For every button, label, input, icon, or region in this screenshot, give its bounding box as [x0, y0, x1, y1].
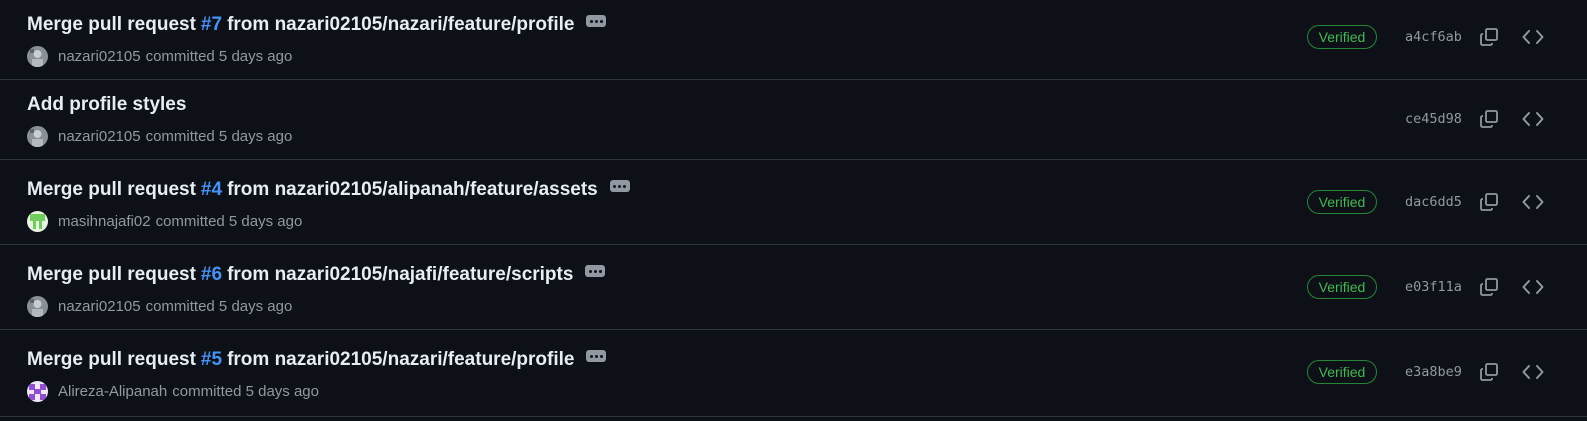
commit-message-link[interactable]: Add profile styles: [27, 94, 186, 116]
commit-sha-link[interactable]: dac6dd5: [1405, 194, 1462, 210]
pull-request-link[interactable]: #4: [201, 179, 222, 201]
commit-time: committed 5 days ago: [172, 383, 319, 400]
commit-sha-link[interactable]: a4cf6ab: [1405, 29, 1462, 45]
commit-time: committed 5 days ago: [145, 48, 293, 65]
avatar[interactable]: [27, 381, 48, 402]
avatar[interactable]: [27, 296, 48, 317]
commit-row: Merge pull request #7 from nazari02105/n…: [0, 0, 1587, 80]
commit-meta: Alireza-Alipanah committed 5 days ago: [27, 381, 319, 402]
commit-title: Add profile styles: [27, 94, 186, 116]
commit-row: Merge pull request #6 from nazari02105/n…: [0, 245, 1587, 330]
copy-icon[interactable]: [1477, 25, 1501, 49]
commit-meta: nazari02105 committed 5 days ago: [27, 126, 292, 147]
commit-row: Merge pull request #5 from nazari02105/n…: [0, 330, 1587, 417]
code-brackets-icon[interactable]: [1521, 107, 1545, 131]
avatar[interactable]: [27, 46, 48, 67]
commit-message-link[interactable]: from nazari02105/najafi/feature/scripts: [227, 264, 573, 286]
ellipsis-icon[interactable]: [609, 180, 630, 192]
commit-sha-link[interactable]: e03f11a: [1405, 279, 1462, 295]
commit-row: Add profile styles nazari02105 committed…: [0, 80, 1587, 160]
author-link[interactable]: Alireza-Alipanah: [58, 383, 167, 400]
commit-meta: nazari02105 committed 5 days ago: [27, 296, 292, 317]
commit-message-link[interactable]: Merge pull request: [27, 179, 196, 201]
author-link[interactable]: nazari02105: [58, 48, 141, 65]
pull-request-link[interactable]: #5: [201, 349, 222, 371]
commit-message-link[interactable]: Merge pull request: [27, 14, 196, 36]
commit-message-link[interactable]: from nazari02105/nazari/feature/profile: [227, 14, 574, 36]
code-brackets-icon[interactable]: [1521, 360, 1545, 384]
verified-badge[interactable]: Verified: [1307, 190, 1377, 214]
commit-sha-link[interactable]: ce45d98: [1405, 111, 1462, 127]
commit-title: Merge pull request #6 from nazari02105/n…: [27, 264, 606, 286]
author-link[interactable]: nazari02105: [58, 128, 141, 145]
commit-message-link[interactable]: Merge pull request: [27, 264, 196, 286]
commit-list: Merge pull request #7 from nazari02105/n…: [0, 0, 1587, 421]
commit-title: Merge pull request #5 from nazari02105/n…: [27, 349, 607, 371]
avatar[interactable]: [27, 211, 48, 232]
author-link[interactable]: nazari02105: [58, 298, 141, 315]
commit-time: committed 5 days ago: [145, 128, 293, 145]
commit-row: Merge pull request #4 from nazari02105/a…: [0, 160, 1587, 245]
commit-title: Merge pull request #4 from nazari02105/a…: [27, 179, 630, 201]
pull-request-link[interactable]: #6: [201, 264, 222, 286]
code-brackets-icon[interactable]: [1521, 190, 1545, 214]
ellipsis-icon[interactable]: [585, 265, 606, 277]
commit-meta: nazari02105 committed 5 days ago: [27, 46, 292, 67]
copy-icon[interactable]: [1477, 275, 1501, 299]
code-brackets-icon[interactable]: [1521, 25, 1545, 49]
commit-time: committed 5 days ago: [145, 298, 293, 315]
commit-message-link[interactable]: from nazari02105/alipanah/feature/assets: [227, 179, 598, 201]
commit-time: committed 5 days ago: [155, 213, 303, 230]
verified-badge[interactable]: Verified: [1307, 25, 1377, 49]
ellipsis-icon[interactable]: [586, 15, 607, 27]
commit-sha-link[interactable]: e3a8be9: [1405, 364, 1462, 380]
commit-title: Merge pull request #7 from nazari02105/n…: [27, 14, 607, 36]
pull-request-link[interactable]: #7: [201, 14, 222, 36]
commit-message-link[interactable]: from nazari02105/nazari/feature/profile: [227, 349, 574, 371]
code-brackets-icon[interactable]: [1521, 275, 1545, 299]
commit-message-link[interactable]: Merge pull request: [27, 349, 196, 371]
commit-meta: masihnajafi02 committed 5 days ago: [27, 211, 302, 232]
verified-badge[interactable]: Verified: [1307, 275, 1377, 299]
verified-badge[interactable]: Verified: [1307, 360, 1377, 384]
copy-icon[interactable]: [1477, 190, 1501, 214]
copy-icon[interactable]: [1477, 360, 1501, 384]
author-link[interactable]: masihnajafi02: [58, 213, 151, 230]
copy-icon[interactable]: [1477, 107, 1501, 131]
ellipsis-icon[interactable]: [586, 350, 607, 362]
avatar[interactable]: [27, 126, 48, 147]
